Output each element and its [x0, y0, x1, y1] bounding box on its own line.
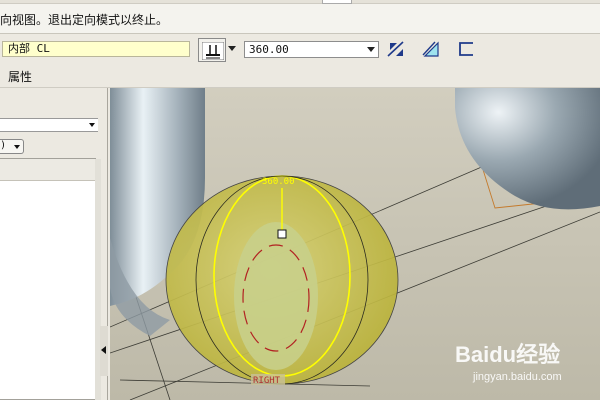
sketch-plane-label: RIGHT	[253, 376, 281, 386]
filter-dropdown-bracket: )	[1, 140, 5, 151]
angle-value-text: 360.00	[249, 43, 289, 56]
angle-dropdown-icon[interactable]	[367, 47, 375, 52]
filter-dropdown[interactable]: )	[0, 139, 24, 154]
top-strip	[0, 0, 600, 4]
depth-options-dropdown-icon[interactable]	[228, 46, 236, 51]
watermark-logo: Baidu经验	[455, 342, 561, 367]
message-text: 向视图。退出定向模式以终止。	[0, 13, 169, 27]
model-tree-header	[0, 159, 95, 181]
dimension-label[interactable]: 360.00	[262, 177, 295, 187]
chevron-down-icon	[14, 145, 20, 149]
tab-properties[interactable]: 属性	[8, 68, 32, 85]
model-tree[interactable]	[0, 158, 101, 400]
angle-value-field[interactable]: 360.00	[244, 41, 379, 58]
inner-cross-section	[234, 222, 318, 370]
flip-direction-icon	[387, 41, 404, 57]
message-area: 向视图。退出定向模式以终止。	[0, 0, 600, 34]
top-strip-control[interactable]	[322, 0, 352, 4]
navigator-dropdown[interactable]	[0, 118, 98, 132]
remove-material-icon	[422, 41, 439, 57]
flip-direction-button[interactable]	[384, 38, 408, 60]
navigator-panel: )	[0, 88, 108, 400]
dashboard-tabs: 属性	[0, 64, 600, 88]
chevron-down-icon	[89, 123, 95, 127]
drag-handle[interactable]	[277, 229, 287, 239]
watermark-url: jingyan.baidu.com	[473, 371, 562, 383]
panel-collapse-handle[interactable]	[100, 326, 108, 376]
baidu-watermark: Baidu经验 jingyan.baidu.com	[455, 337, 575, 389]
axis-reference-collector[interactable]: 内部 CL	[2, 41, 190, 57]
thicken-sketch-icon	[459, 42, 473, 56]
depth-option-icon	[202, 42, 224, 60]
collapse-arrow-icon	[101, 346, 106, 354]
remove-material-button[interactable]	[419, 38, 443, 60]
thicken-sketch-button[interactable]	[454, 38, 478, 60]
depth-option-button[interactable]	[198, 38, 226, 62]
